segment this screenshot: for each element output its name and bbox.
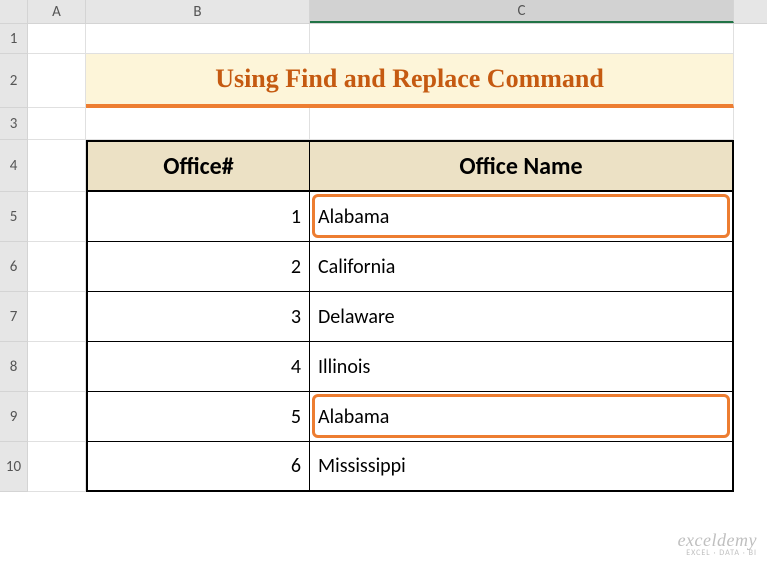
- cell-a4[interactable]: [28, 140, 86, 192]
- cell-a1[interactable]: [28, 24, 86, 54]
- row-header-1[interactable]: 1: [0, 24, 28, 54]
- row-header-2[interactable]: 2: [0, 54, 28, 108]
- cell-c3[interactable]: [310, 108, 734, 140]
- cell-office-num[interactable]: 5: [86, 392, 310, 442]
- watermark-brand: exceldemy: [678, 531, 757, 549]
- row-header-5[interactable]: 5: [0, 192, 28, 242]
- watermark-tagline: EXCEL · DATA · BI: [678, 549, 757, 557]
- cell-c1[interactable]: [310, 24, 734, 54]
- cell-a7[interactable]: [28, 292, 86, 342]
- cell-b3[interactable]: [86, 108, 310, 140]
- row-header-7[interactable]: 7: [0, 292, 28, 342]
- cell-office-name[interactable]: Mississippi: [310, 442, 734, 492]
- cell-office-num[interactable]: 2: [86, 242, 310, 292]
- title-cell[interactable]: Using Find and Replace Command: [86, 54, 734, 108]
- select-all-corner[interactable]: [0, 0, 28, 24]
- header-office-num[interactable]: Office#: [86, 140, 310, 192]
- cell-office-num[interactable]: 4: [86, 342, 310, 392]
- cell-office-name[interactable]: Delaware: [310, 292, 734, 342]
- row-header-3[interactable]: 3: [0, 108, 28, 140]
- row-header-8[interactable]: 8: [0, 342, 28, 392]
- cell-a5[interactable]: [28, 192, 86, 242]
- cell-office-name[interactable]: Illinois: [310, 342, 734, 392]
- header-office-name[interactable]: Office Name: [310, 140, 734, 192]
- row-header-column: 1 2 3 4 5 6 7 8 9 10: [0, 24, 28, 492]
- cell-office-num[interactable]: 3: [86, 292, 310, 342]
- cell-a2[interactable]: [28, 54, 86, 108]
- cell-a9[interactable]: [28, 392, 86, 442]
- cell-a6[interactable]: [28, 242, 86, 292]
- cell-a8[interactable]: [28, 342, 86, 392]
- cell-office-num[interactable]: 6: [86, 442, 310, 492]
- watermark: exceldemy EXCEL · DATA · BI: [678, 531, 757, 557]
- column-header-row: A B C: [0, 0, 767, 24]
- cell-office-name[interactable]: Alabama: [310, 392, 734, 442]
- cells-area: Using Find and Replace Command Office# O…: [28, 24, 734, 492]
- column-header-c[interactable]: C: [310, 0, 734, 23]
- cell-office-name[interactable]: California: [310, 242, 734, 292]
- cell-office-num[interactable]: 1: [86, 192, 310, 242]
- column-header-b[interactable]: B: [86, 0, 310, 23]
- row-header-9[interactable]: 9: [0, 392, 28, 442]
- row-header-10[interactable]: 10: [0, 442, 28, 492]
- cell-a10[interactable]: [28, 442, 86, 492]
- cell-b1[interactable]: [86, 24, 310, 54]
- row-header-6[interactable]: 6: [0, 242, 28, 292]
- cell-office-name[interactable]: Alabama: [310, 192, 734, 242]
- row-header-4[interactable]: 4: [0, 140, 28, 192]
- column-header-a[interactable]: A: [28, 0, 86, 23]
- cell-a3[interactable]: [28, 108, 86, 140]
